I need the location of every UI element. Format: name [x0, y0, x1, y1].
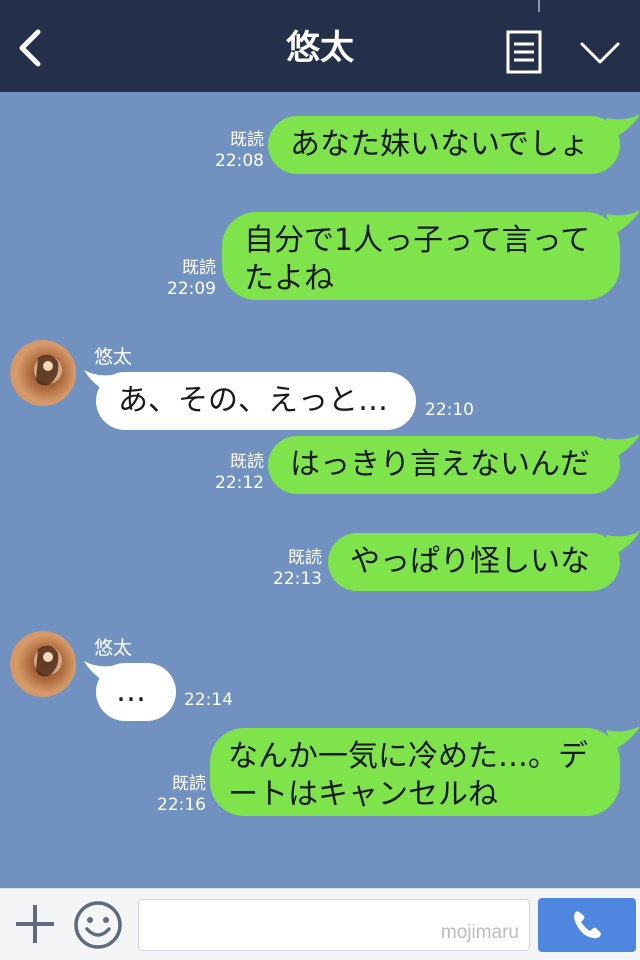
avatar[interactable] [10, 631, 76, 697]
read-label: 既読 [172, 774, 206, 794]
bubble-tail [606, 434, 640, 458]
received-bubble[interactable]: … [84, 661, 176, 721]
message-receipt: 既読 22:09 [164, 258, 216, 300]
sent-bubble[interactable]: 自分で1人っ子って言って たよね [222, 210, 640, 300]
message-time: 22:12 [215, 473, 264, 493]
read-label: 既読 [230, 130, 264, 150]
message-receipt: 既読 22:12 [212, 452, 264, 494]
phone-icon [574, 911, 601, 939]
chat-header: 悠太 [0, 0, 640, 92]
read-label: 既読 [288, 548, 322, 568]
message-time: 22:08 [215, 151, 264, 171]
message-text: … [116, 674, 146, 709]
bubble-tail [84, 661, 118, 685]
message-text: あ、その、えっと… [118, 383, 388, 418]
bubble-tail [84, 370, 118, 394]
add-button[interactable] [12, 901, 58, 947]
message-text: はっきり言えないんだ [290, 447, 590, 482]
notes-icon [506, 30, 542, 74]
bubble-tail [606, 531, 640, 555]
emoji-button[interactable] [72, 899, 124, 951]
bubble-tail [606, 114, 640, 138]
message-list[interactable]: 既読 22:08 あなた妹いないでしょ 既読 22:09 自分で1人っ子って言っ… [0, 92, 640, 888]
sent-bubble[interactable]: はっきり言えないんだ [268, 434, 640, 494]
watermark: mojimaru [440, 922, 519, 943]
message-time: 22:09 [167, 279, 216, 299]
compose-bar: mojimaru [0, 888, 640, 960]
message-text: 自分で1人っ子って言って たよね [244, 223, 591, 296]
message-time: 22:14 [184, 690, 233, 710]
message-text: あなた妹いないでしょ [290, 127, 590, 162]
message-input[interactable]: mojimaru [138, 899, 530, 951]
sender-name: 悠太 [94, 346, 133, 368]
sent-bubble[interactable]: あなた妹いないでしょ [268, 114, 640, 174]
plus-icon [16, 905, 54, 943]
call-button[interactable] [538, 898, 636, 952]
received-bubble[interactable]: あ、その、えっと… [84, 370, 416, 430]
collapse-button[interactable] [576, 34, 624, 70]
sent-bubble[interactable]: なんか一気に冷めた…。デ ートはキャンセルね [210, 726, 640, 816]
message-time: 22:10 [425, 400, 474, 420]
message-receipt: 既読 22:08 [212, 130, 264, 172]
message-text: なんか一気に冷めた…。デ ートはキャンセルね [228, 739, 588, 812]
message-receipt: 既読 22:16 [154, 774, 206, 816]
read-label: 既読 [182, 258, 216, 278]
message-receipt: 既読 22:13 [270, 548, 322, 590]
message-time: 22:16 [157, 795, 206, 815]
bubble-tail [606, 210, 640, 234]
chevron-left-icon [19, 29, 41, 67]
smile-icon [74, 901, 122, 949]
avatar[interactable] [10, 340, 76, 406]
back-button[interactable] [10, 22, 56, 74]
message-text: やっぱり怪しいな [350, 544, 590, 579]
avatar-image [34, 354, 62, 386]
bubble-tail [606, 726, 640, 750]
sent-bubble[interactable]: やっぱり怪しいな [328, 531, 640, 591]
read-label: 既読 [230, 452, 264, 472]
notes-button[interactable] [503, 29, 545, 75]
message-time: 22:13 [273, 569, 322, 589]
avatar-image [34, 645, 62, 677]
status-indicator [538, 0, 540, 12]
sender-name: 悠太 [94, 637, 133, 659]
chevron-down-icon [580, 42, 620, 64]
